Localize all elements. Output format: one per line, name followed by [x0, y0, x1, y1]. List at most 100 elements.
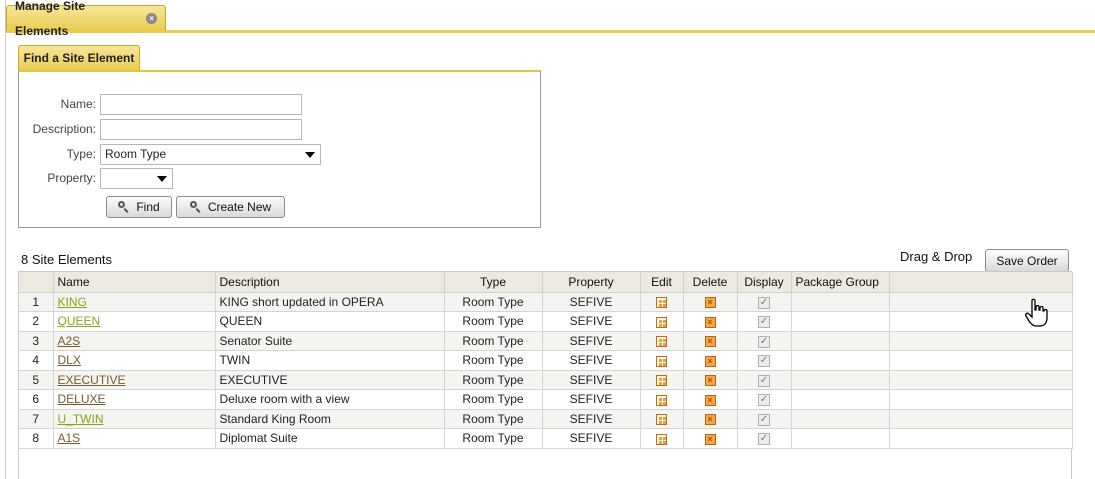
- description-row: Description:: [19, 118, 302, 140]
- close-icon[interactable]: ×: [146, 13, 157, 24]
- checkbox-checked-icon[interactable]: ✓: [758, 355, 770, 368]
- description-cell: Senator Suite: [215, 331, 445, 351]
- checkbox-checked-icon[interactable]: ✓: [758, 374, 770, 387]
- property-cell: SEFIVE: [542, 370, 641, 390]
- delete-icon[interactable]: ×: [704, 414, 716, 426]
- edit-icon[interactable]: [656, 355, 667, 367]
- tab-title: Manage Site Elements: [15, 0, 86, 38]
- tab-manage-site-elements[interactable]: Manage Site Elements ×: [6, 0, 166, 38]
- name-row: Name:: [19, 93, 302, 115]
- header-delete: Delete: [683, 272, 738, 293]
- delete-icon[interactable]: ×: [704, 297, 716, 309]
- package-group-cell: [791, 331, 890, 351]
- table-row[interactable]: 4 DLX TWIN Room Type SEFIVE × ✓: [19, 350, 1073, 371]
- hand-cursor-icon: [1025, 298, 1048, 327]
- package-group-cell: [791, 292, 890, 312]
- name-link[interactable]: QUEEN: [58, 314, 101, 328]
- filler-cell: [889, 428, 1073, 449]
- name-link[interactable]: EXECUTIVE: [58, 373, 126, 387]
- delete-icon[interactable]: ×: [704, 394, 716, 406]
- edit-icon[interactable]: [656, 316, 667, 328]
- description-input[interactable]: [100, 118, 302, 140]
- property-cell: SEFIVE: [542, 350, 641, 371]
- edit-icon[interactable]: [656, 297, 667, 309]
- table-row[interactable]: 8 A1S Diplomat Suite Room Type SEFIVE × …: [19, 428, 1073, 449]
- delete-icon[interactable]: ×: [704, 375, 716, 387]
- header-property[interactable]: Property: [542, 272, 641, 293]
- description-cell: KING short updated in OPERA: [215, 292, 445, 312]
- row-number: 2: [19, 311, 54, 332]
- checkbox-checked-icon[interactable]: ✓: [758, 296, 770, 309]
- delete-icon[interactable]: ×: [704, 316, 716, 328]
- chevron-down-icon: [305, 151, 315, 158]
- save-order-button[interactable]: Save Order: [985, 249, 1069, 272]
- edit-icon[interactable]: [656, 375, 667, 387]
- type-cell: Room Type: [444, 409, 543, 429]
- type-select[interactable]: Room Type: [100, 143, 321, 165]
- name-link[interactable]: DLX: [58, 353, 81, 367]
- checkbox-checked-icon[interactable]: ✓: [758, 335, 770, 348]
- description-cell: Deluxe room with a view: [215, 389, 445, 410]
- find-site-element-tab[interactable]: Find a Site Element: [18, 45, 140, 71]
- property-cell: SEFIVE: [542, 389, 641, 410]
- checkbox-checked-icon[interactable]: ✓: [758, 433, 770, 446]
- delete-icon[interactable]: ×: [704, 355, 716, 367]
- header-description[interactable]: Description: [215, 272, 445, 293]
- delete-icon[interactable]: ×: [704, 336, 716, 348]
- delete-icon[interactable]: ×: [704, 433, 716, 445]
- table-row[interactable]: 6 DELUXE Deluxe room with a view Room Ty…: [19, 389, 1073, 410]
- type-cell: Room Type: [444, 370, 543, 390]
- table-row[interactable]: 2 QUEEN QUEEN Room Type SEFIVE × ✓: [19, 311, 1073, 332]
- create-new-button[interactable]: Create New: [176, 196, 285, 218]
- table-row[interactable]: 3 A2S Senator Suite Room Type SEFIVE × ✓: [19, 331, 1073, 351]
- package-group-cell: [791, 350, 890, 371]
- type-row: Type: Room Type: [19, 143, 321, 165]
- site-elements-table: Name Description Type Property Edit Dele…: [19, 272, 1073, 449]
- name-link[interactable]: KING: [58, 295, 87, 309]
- property-select[interactable]: [100, 167, 173, 189]
- package-group-cell: [791, 409, 890, 429]
- property-cell: SEFIVE: [542, 409, 641, 429]
- type-cell: Room Type: [444, 331, 543, 351]
- edit-icon[interactable]: [656, 433, 667, 445]
- edit-icon[interactable]: [656, 394, 667, 406]
- table-row[interactable]: 5 EXECUTIVE EXECUTIVE Room Type SEFIVE ×…: [19, 370, 1073, 390]
- name-link[interactable]: DELUXE: [58, 392, 106, 406]
- property-cell: SEFIVE: [542, 292, 641, 312]
- description-cell: Diplomat Suite: [215, 428, 445, 449]
- row-number: 8: [19, 428, 54, 449]
- property-cell: SEFIVE: [542, 331, 641, 351]
- checkbox-checked-icon[interactable]: ✓: [758, 394, 770, 407]
- table-row[interactable]: 7 U_TWIN Standard King Room Room Type SE…: [19, 409, 1073, 429]
- magnifier-icon: [189, 201, 202, 213]
- table-row[interactable]: 1 KING KING short updated in OPERA Room …: [19, 292, 1073, 312]
- type-cell: Room Type: [444, 350, 543, 371]
- checkbox-checked-icon[interactable]: ✓: [758, 413, 770, 426]
- find-button[interactable]: Find: [106, 196, 172, 218]
- name-link[interactable]: A2S: [58, 334, 81, 348]
- row-number: 1: [19, 292, 54, 312]
- name-link[interactable]: U_TWIN: [58, 412, 104, 426]
- description-cell: Standard King Room: [215, 409, 445, 429]
- filler-cell: [889, 370, 1073, 390]
- edit-icon[interactable]: [656, 336, 667, 348]
- package-group-cell: [791, 389, 890, 410]
- type-cell: Room Type: [444, 428, 543, 449]
- name-link[interactable]: A1S: [58, 431, 81, 445]
- row-number: 7: [19, 409, 54, 429]
- name-input[interactable]: [100, 93, 302, 115]
- row-number: 6: [19, 389, 54, 410]
- row-number: 3: [19, 331, 54, 351]
- header-name[interactable]: Name: [53, 272, 216, 293]
- filler-cell: [889, 331, 1073, 351]
- type-cell: Room Type: [444, 389, 543, 410]
- edit-icon[interactable]: [656, 414, 667, 426]
- checkbox-checked-icon[interactable]: ✓: [758, 316, 770, 329]
- header-package-group[interactable]: Package Group: [791, 272, 890, 293]
- chevron-down-icon: [157, 175, 167, 182]
- description-cell: EXECUTIVE: [215, 370, 445, 390]
- header-type[interactable]: Type: [444, 272, 543, 293]
- package-group-cell: [791, 311, 890, 332]
- package-group-cell: [791, 428, 890, 449]
- drag-drop-label: Drag & Drop: [900, 249, 973, 264]
